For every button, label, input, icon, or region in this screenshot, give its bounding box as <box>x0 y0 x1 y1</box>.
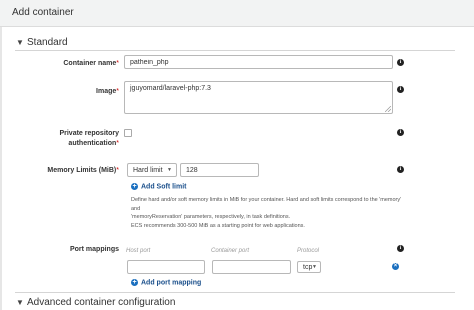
image-value: jguyomard/laravel-php:7.3 <box>130 85 211 92</box>
collapse-icon[interactable]: ▼ <box>16 298 24 307</box>
chevron-down-icon: ▼ <box>167 167 172 173</box>
section-advanced[interactable]: Advanced container configuration <box>27 297 175 308</box>
limit-type-value: Hard limit <box>133 167 163 174</box>
image-label: Image* <box>96 88 119 95</box>
container-name-input[interactable] <box>124 55 393 69</box>
left-border <box>0 27 2 310</box>
collapse-icon[interactable]: ▼ <box>16 38 24 47</box>
resize-handle-icon[interactable] <box>385 106 391 112</box>
plus-circle-icon: + <box>131 183 138 190</box>
memory-limit-input[interactable] <box>180 163 259 177</box>
container-port-header: Container port <box>211 248 250 254</box>
host-port-input[interactable] <box>127 260 205 274</box>
section-divider <box>15 292 455 293</box>
host-port-header: Host port <box>126 248 151 254</box>
private-repo-checkbox[interactable] <box>124 129 132 137</box>
protocol-select[interactable]: tcp ▼ <box>297 261 321 273</box>
port-mappings-label: Port mappings <box>69 246 119 253</box>
modal-title: Add container <box>12 7 74 18</box>
plus-circle-icon: + <box>131 279 138 286</box>
memory-help-text: Define hard and/or soft memory limits in… <box>131 197 402 229</box>
modal-header: Add container <box>0 0 474 27</box>
section-standard[interactable]: Standard <box>27 37 68 48</box>
add-port-mapping-link[interactable]: + Add port mapping <box>131 279 201 286</box>
add-soft-limit-link[interactable]: + Add Soft limit <box>131 183 187 190</box>
protocol-header: Protocol <box>297 248 320 254</box>
info-icon[interactable]: i <box>397 129 404 136</box>
info-icon[interactable]: i <box>397 245 404 252</box>
info-icon[interactable]: i <box>397 166 404 173</box>
section-divider <box>15 50 455 51</box>
private-repo-label: Private repository authentication* <box>59 130 119 147</box>
memory-limits-label: Memory Limits (MiB)* <box>47 167 119 174</box>
container-port-input[interactable] <box>212 260 291 274</box>
chevron-down-icon: ▼ <box>312 264 317 270</box>
image-textarea[interactable]: jguyomard/laravel-php:7.3 <box>124 81 393 114</box>
remove-port-mapping-icon[interactable]: × <box>392 263 399 270</box>
protocol-value: tcp <box>303 264 313 271</box>
limit-type-select[interactable]: Hard limit ▼ <box>127 163 177 177</box>
info-icon[interactable]: i <box>397 59 404 66</box>
container-name-label: Container name* <box>63 60 119 67</box>
info-icon[interactable]: i <box>397 86 404 93</box>
